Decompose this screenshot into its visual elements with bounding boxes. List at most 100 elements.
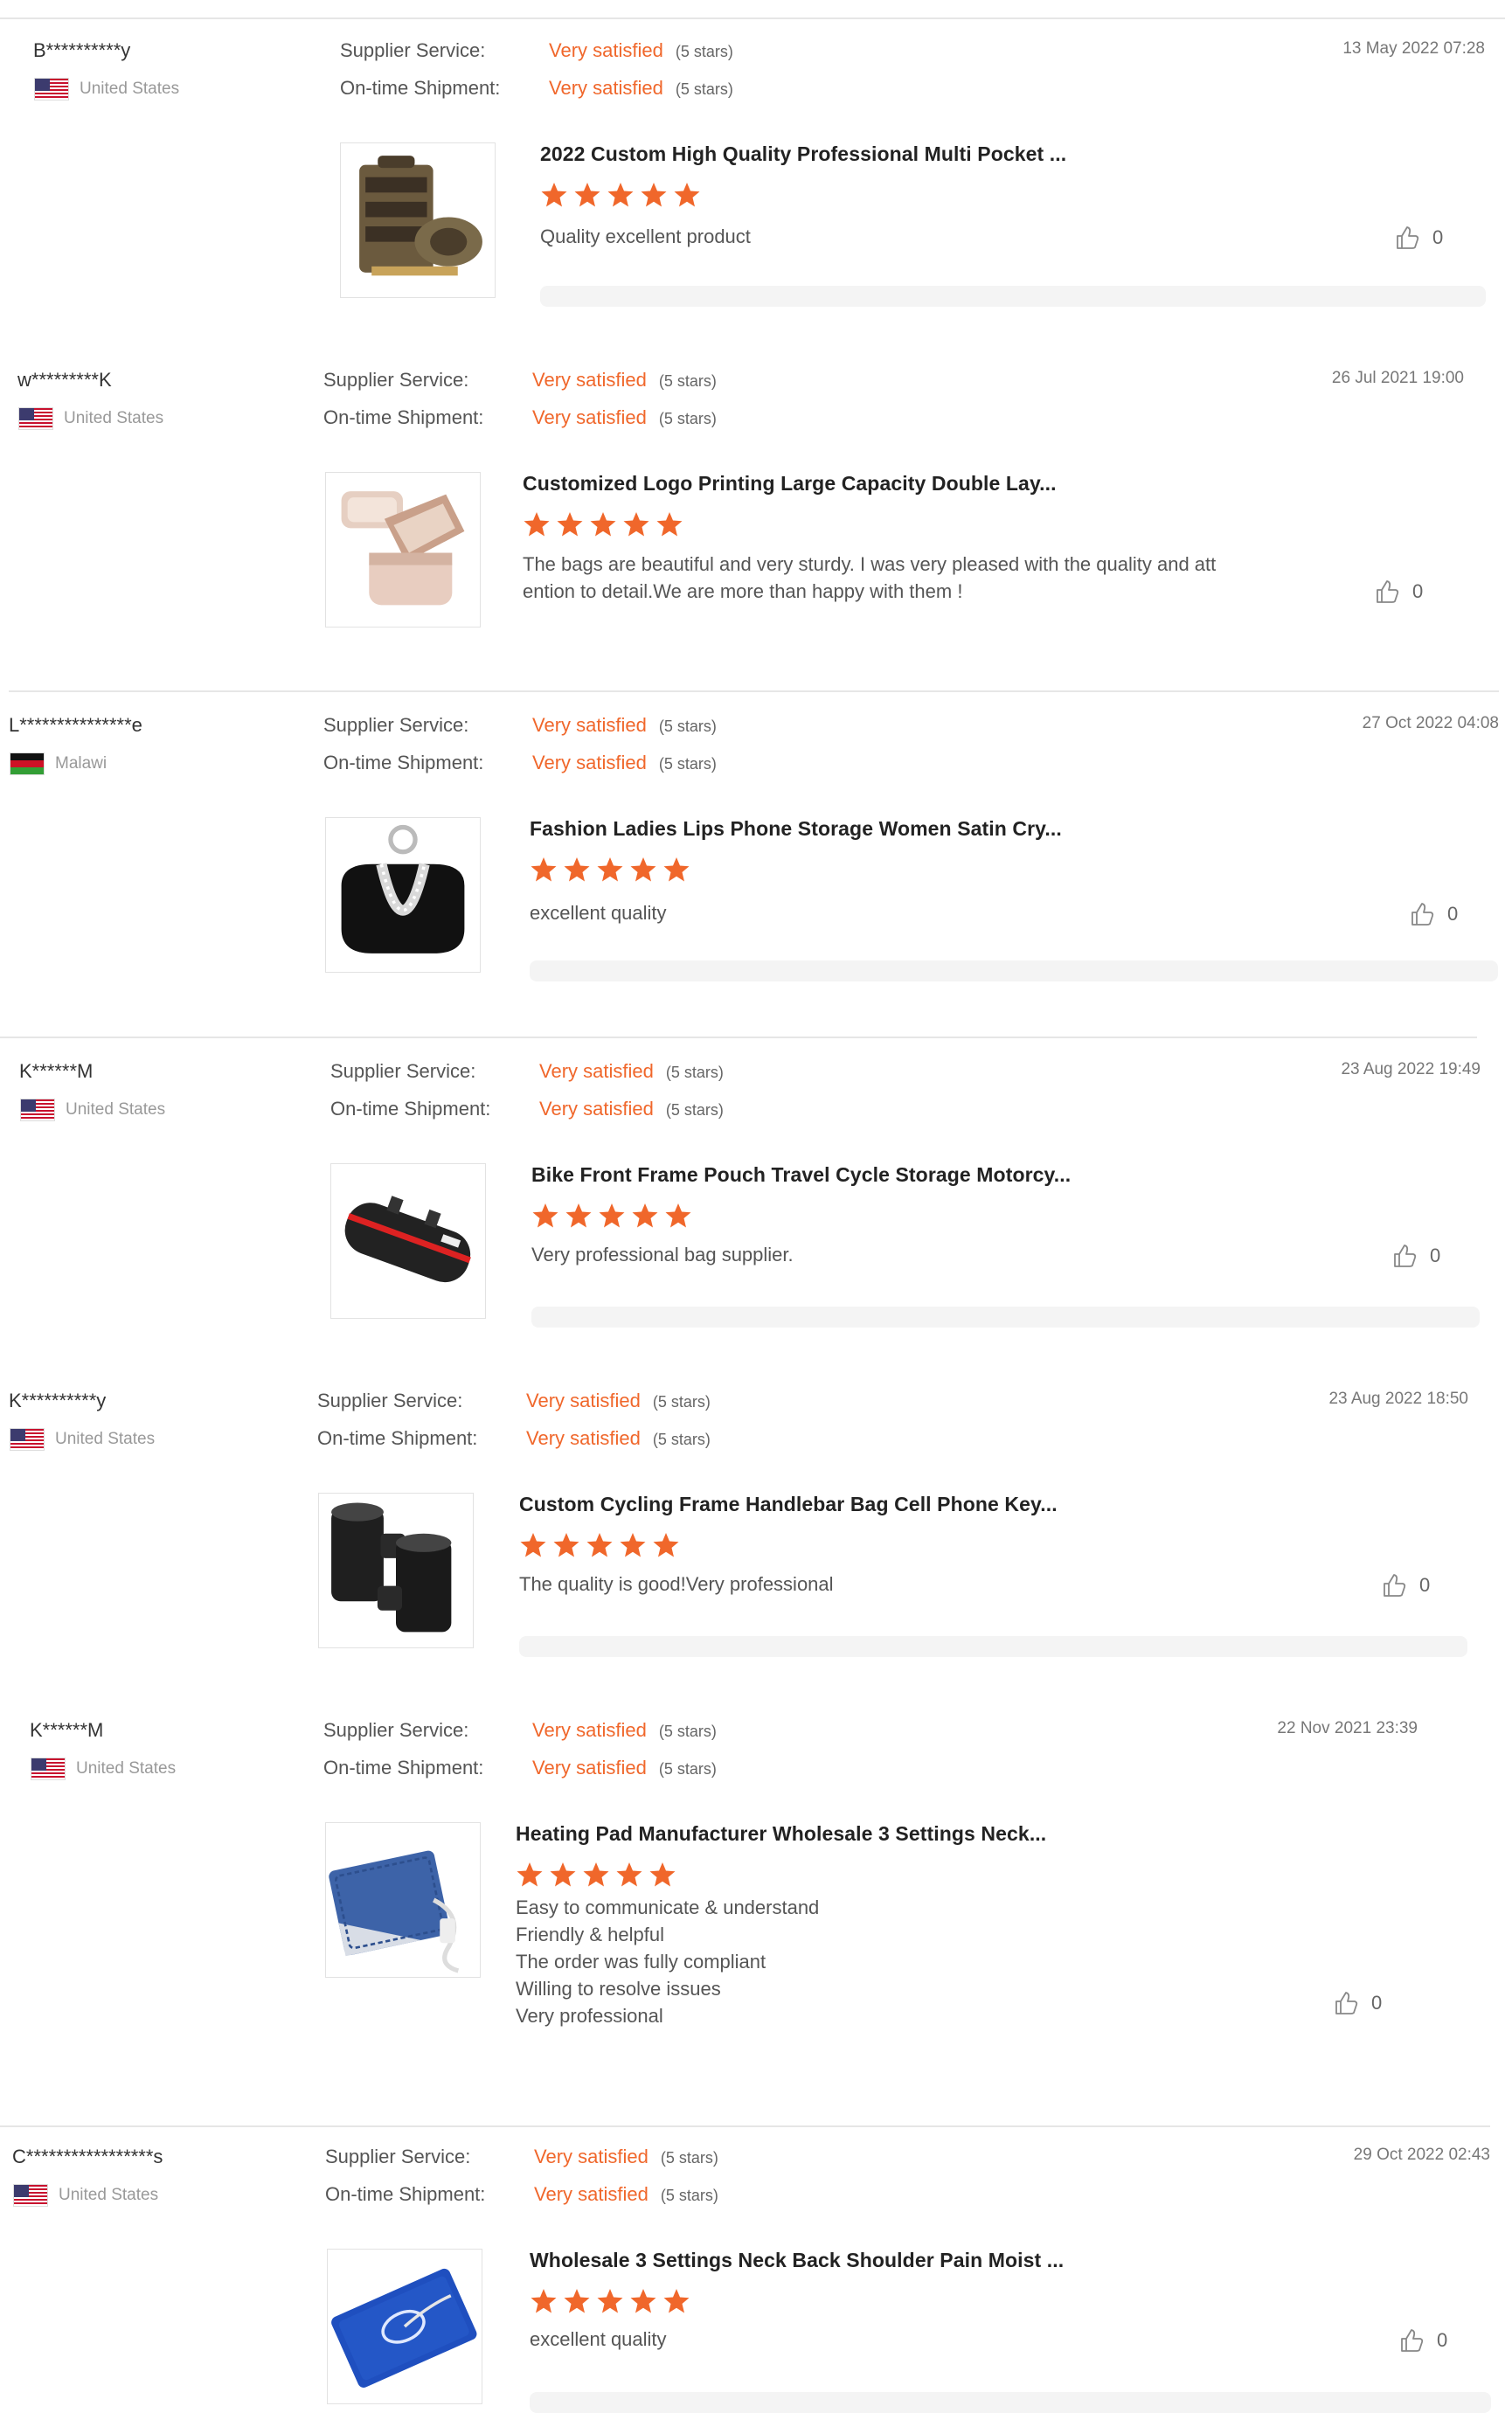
ontime-shipment-value: Very satisfied — [526, 1427, 641, 1449]
review-date: 29 Oct 2022 02:43 — [1353, 2146, 1490, 2164]
review-divider — [9, 690, 1499, 692]
star-icon — [653, 1533, 679, 1557]
ontime-shipment-label: On-time Shipment: — [317, 1427, 478, 1449]
thumbs-up-icon — [1394, 1245, 1417, 1267]
like-button[interactable]: 0 — [1409, 901, 1458, 927]
like-button[interactable]: 0 — [1394, 225, 1443, 251]
star-icon — [564, 857, 590, 882]
star-rating — [530, 856, 690, 884]
product-title-link[interactable]: Wholesale 3 Settings Neck Back Shoulder … — [530, 2249, 1064, 2272]
ontime-shipment-value: Very satisfied — [534, 2183, 648, 2205]
star-icon — [663, 2289, 690, 2313]
star-icon — [616, 1862, 642, 1887]
reviewer-name: B**********y — [33, 39, 131, 61]
ontime-shipment-label: On-time Shipment: — [323, 752, 484, 773]
supplier-service-label: Supplier Service: — [323, 714, 469, 736]
rating-summary: Supplier Service: Very satisfied (5 stars)… — [323, 369, 717, 429]
star-icon — [524, 512, 550, 537]
clutch-bag-image[interactable] — [325, 817, 481, 973]
star-icon — [517, 1862, 543, 1887]
thumbs-up-icon — [1401, 2329, 1424, 2352]
like-button[interactable]: 0 — [1333, 1990, 1382, 2016]
star-icon — [583, 1862, 609, 1887]
review-comment: Easy to communicate & understand Friendl… — [516, 1896, 820, 2027]
review-comment: Very professional bag supplier. — [531, 1244, 794, 1265]
star-rating — [530, 2287, 690, 2315]
bike-pouch-image[interactable] — [330, 1163, 486, 1319]
star-rating — [523, 510, 683, 538]
star-icon — [630, 2289, 656, 2313]
like-button[interactable]: 0 — [1381, 1572, 1430, 1598]
star-rating — [516, 1861, 676, 1889]
review-comment: The quality is good!Very professional — [519, 1573, 834, 1595]
like-button[interactable]: 0 — [1391, 1243, 1440, 1269]
star-icon — [656, 512, 683, 537]
supplier-service-value: Very satisfied — [549, 39, 663, 61]
like-button[interactable]: 0 — [1374, 579, 1423, 605]
like-count: 0 — [1432, 226, 1444, 248]
like-count: 0 — [1430, 1245, 1441, 1266]
flag-icon — [34, 78, 69, 101]
review-date: 23 Aug 2022 19:49 — [1341, 1060, 1481, 1078]
review-divider — [0, 2125, 1490, 2127]
flag-icon — [10, 752, 45, 775]
ontime-shipment-label: On-time Shipment: — [323, 1757, 484, 1779]
tool-roll-bag-image[interactable] — [340, 142, 496, 298]
ontime-shipment-value: Very satisfied — [539, 1098, 654, 1120]
reviewer-name: K******M — [19, 1060, 94, 1082]
review-date: 22 Nov 2021 23:39 — [1277, 1719, 1418, 1737]
ontime-shipment-stars: (5 stars) — [652, 1431, 711, 1448]
heating-pad-blue-image[interactable] — [327, 2249, 482, 2404]
ontime-shipment-stars: (5 stars) — [660, 2187, 718, 2204]
reviewer-country: United States — [20, 1099, 165, 1121]
star-icon — [597, 857, 623, 882]
star-icon — [553, 1533, 579, 1557]
supplier-reply-bar — [530, 2392, 1491, 2413]
star-icon — [665, 1203, 691, 1228]
supplier-service-value: Very satisfied — [534, 2146, 648, 2167]
review-comment: Quality excellent product — [540, 225, 751, 247]
bottle-holder-image[interactable] — [318, 1493, 474, 1648]
ontime-shipment-stars: (5 stars) — [658, 755, 717, 773]
reviewer-name: K**********y — [9, 1390, 107, 1411]
product-title-link[interactable]: 2022 Custom High Quality Professional Mu… — [540, 142, 1066, 166]
supplier-service-stars: (5 stars) — [675, 43, 733, 60]
ontime-shipment-stars: (5 stars) — [658, 1760, 717, 1778]
flag-icon — [18, 407, 53, 430]
product-title-link[interactable]: Customized Logo Printing Large Capacity … — [523, 472, 1057, 496]
star-icon — [557, 512, 583, 537]
star-icon — [674, 183, 700, 207]
ontime-shipment-stars: (5 stars) — [665, 1101, 724, 1119]
star-rating — [531, 1202, 692, 1230]
star-icon — [597, 2289, 623, 2313]
like-button[interactable]: 0 — [1398, 2327, 1447, 2354]
star-rating — [540, 181, 701, 209]
ontime-shipment-stars: (5 stars) — [675, 80, 733, 98]
reviews-page: B**********y United States Supplier Servic… — [0, 0, 1512, 2413]
product-title-link[interactable]: Custom Cycling Frame Handlebar Bag Cell … — [519, 1493, 1058, 1516]
thumbs-up-icon — [1397, 226, 1419, 249]
product-title-link[interactable]: Bike Front Frame Pouch Travel Cycle Stor… — [531, 1163, 1071, 1187]
ontime-shipment-label: On-time Shipment: — [340, 77, 501, 99]
star-icon — [564, 2289, 590, 2313]
rating-summary: Supplier Service: Very satisfied (5 stars)… — [340, 39, 733, 100]
review-comment: excellent quality — [530, 2328, 667, 2350]
star-icon — [531, 2289, 557, 2313]
supplier-service-stars: (5 stars) — [658, 372, 717, 390]
heating-pad-image[interactable] — [325, 1822, 481, 1978]
thumbs-up-icon — [1384, 1574, 1406, 1597]
rating-summary: Supplier Service: Very satisfied (5 stars)… — [323, 714, 717, 774]
rating-summary: Supplier Service: Very satisfied (5 stars)… — [330, 1060, 724, 1120]
product-title-link[interactable]: Fashion Ladies Lips Phone Storage Women … — [530, 817, 1062, 841]
review-date: 23 Aug 2022 18:50 — [1328, 1390, 1468, 1408]
ontime-shipment-value: Very satisfied — [532, 752, 647, 773]
cosmetic-bag-image[interactable] — [325, 472, 481, 628]
supplier-service-label: Supplier Service: — [325, 2146, 471, 2167]
review-date: 13 May 2022 07:28 — [1342, 39, 1485, 58]
product-title-link[interactable]: Heating Pad Manufacturer Wholesale 3 Set… — [516, 1822, 1046, 1846]
country-name: United States — [80, 80, 180, 98]
reviewer-country: United States — [13, 2184, 158, 2207]
supplier-reply-bar — [530, 960, 1498, 981]
star-icon — [590, 512, 616, 537]
supplier-service-value: Very satisfied — [532, 714, 647, 736]
